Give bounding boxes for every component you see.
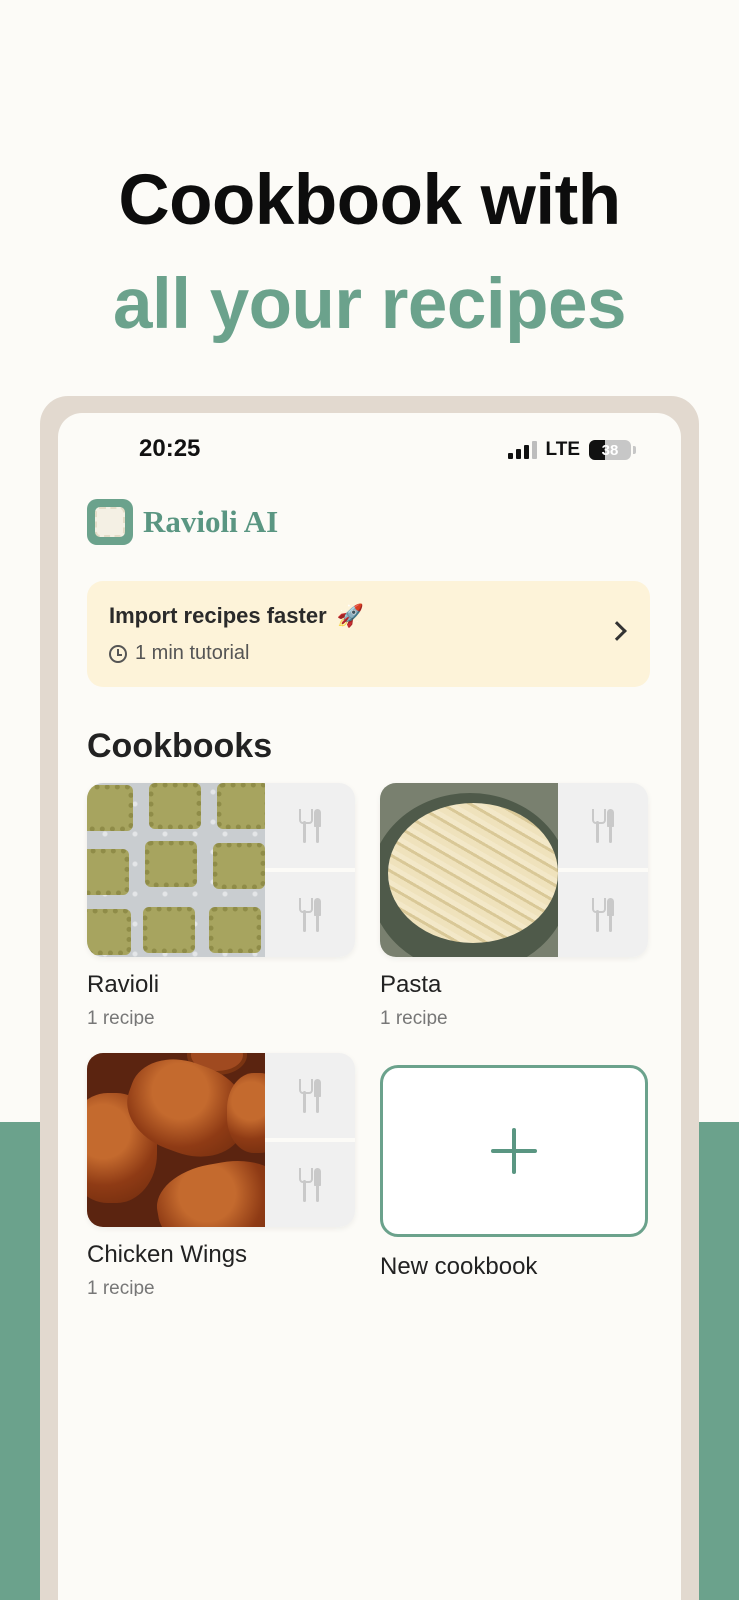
headline-line-2: all your recipes	[113, 265, 626, 344]
new-cookbook[interactable]: New cookbook	[380, 1053, 648, 1281]
utensils-icon	[590, 808, 616, 843]
cookbook-name: Pasta	[380, 971, 442, 998]
cookbook-recipe-count: 1 recipe	[87, 1008, 155, 1026]
network-type: LTE	[545, 439, 580, 460]
ravioli-logo-icon	[87, 499, 133, 545]
new-cookbook-button[interactable]	[380, 1065, 648, 1237]
headline-line-1: Cookbook with	[118, 161, 621, 240]
cookbooks-section-title: Cookbooks	[87, 727, 273, 765]
clock-icon	[109, 644, 127, 663]
recipe-placeholder	[265, 1053, 355, 1138]
chevron-right-icon	[607, 621, 627, 641]
phone-screen: 20:25 LTE 38 Ravioli AI Import recipes f…	[58, 413, 681, 1600]
utensils-icon	[590, 897, 616, 932]
utensils-icon	[297, 808, 323, 843]
battery-icon: 38	[589, 440, 636, 460]
import-card-subtitle-row: 1 min tutorial	[109, 642, 250, 665]
import-card-title: Import recipes faster	[109, 603, 327, 628]
cookbook-name: Ravioli	[87, 971, 160, 998]
utensils-icon	[297, 1078, 323, 1113]
recipe-placeholder	[558, 872, 648, 957]
cookbook-card-chicken-wings[interactable]: Chicken Wings 1 recipe	[87, 1053, 355, 1296]
cookbook-cover	[87, 783, 355, 957]
rocket-icon: 🚀	[336, 603, 365, 628]
utensils-icon	[297, 1167, 323, 1202]
ravioli-photo	[87, 783, 265, 957]
status-bar: 20:25 LTE 38	[58, 435, 681, 465]
recipe-placeholder	[265, 1142, 355, 1227]
plus-icon	[491, 1128, 537, 1174]
recipe-placeholder	[265, 872, 355, 957]
import-card-title-row: Import recipes faster 🚀	[109, 603, 364, 629]
import-tutorial-card[interactable]: Import recipes faster 🚀 1 min tutorial	[87, 581, 650, 687]
new-cookbook-label: New cookbook	[380, 1253, 538, 1280]
recipe-placeholder	[265, 783, 355, 868]
cookbook-cover	[87, 1053, 355, 1227]
utensils-icon	[297, 897, 323, 932]
chicken-wings-photo	[87, 1053, 265, 1227]
brand: Ravioli AI	[87, 499, 278, 545]
cookbook-recipe-count: 1 recipe	[87, 1278, 155, 1296]
cookbook-cover	[380, 783, 648, 957]
cookbook-recipe-count: 1 recipe	[380, 1008, 448, 1026]
cookbook-name: Chicken Wings	[87, 1241, 248, 1268]
import-card-subtitle: 1 min tutorial	[135, 642, 250, 664]
status-indicators: LTE 38	[507, 439, 636, 461]
headline: Cookbook with all your recipes	[0, 155, 739, 363]
cookbook-card-pasta[interactable]: Pasta 1 recipe	[380, 783, 648, 1026]
recipe-placeholder	[558, 783, 648, 868]
status-time: 20:25	[139, 435, 201, 462]
signal-icon	[507, 441, 537, 459]
brand-name: Ravioli AI	[143, 504, 279, 539]
cookbook-card-ravioli[interactable]: Ravioli 1 recipe	[87, 783, 355, 1026]
pasta-photo	[380, 783, 558, 957]
battery-level: 38	[601, 441, 619, 459]
